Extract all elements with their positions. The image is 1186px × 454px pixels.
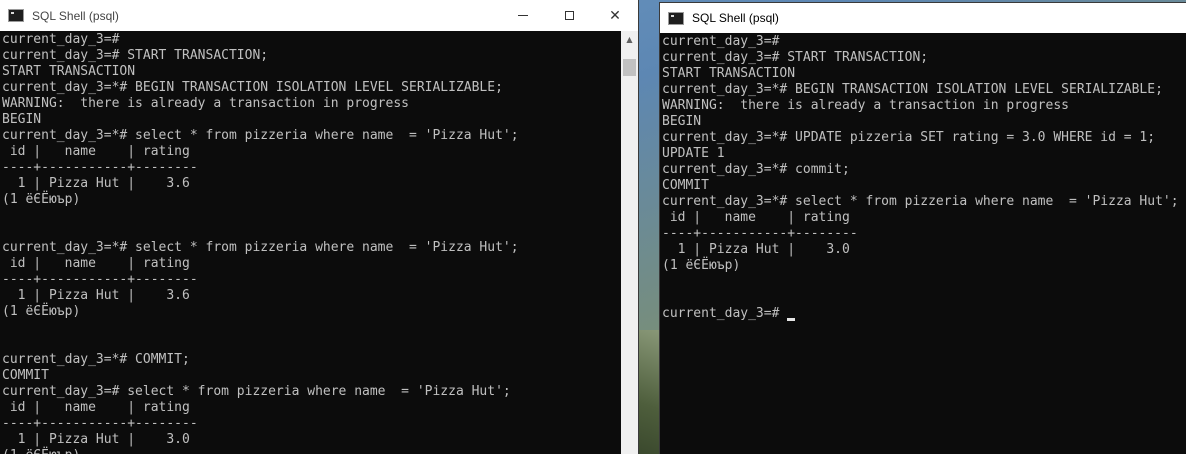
terminal-line: current_day_3=# [662,34,780,49]
terminal-line: current_day_3=# select * from pizzeria w… [2,384,511,399]
terminal-line: COMMIT [2,368,49,383]
close-button[interactable]: ✕ [592,0,638,31]
terminal-line: id | name | rating [662,210,850,225]
close-icon: ✕ [609,7,621,24]
left-psql-window[interactable]: SQL Shell (psql) ✕ current_day_3=# curren… [0,0,638,454]
terminal-line: WARNING: there is already a transaction … [2,96,409,111]
left-window-title: SQL Shell (psql) [32,8,119,23]
terminal-line: ----+-----------+-------- [2,272,198,287]
terminal-line: current_day_3=*# commit; [662,162,850,177]
terminal-line: BEGIN [2,112,42,127]
terminal-line: 1 | Pizza Hut | 3.6 [2,288,190,303]
terminal-line: current_day_3=*# select * from pizzeria … [2,128,519,143]
terminal-line: UPDATE 1 [662,146,725,161]
left-titlebar[interactable]: SQL Shell (psql) ✕ [0,0,638,31]
terminal-line: id | name | rating [2,400,190,415]
terminal-line: current_day_3=# START TRANSACTION; [662,50,929,65]
terminal-line: 1 | Pizza Hut | 3.0 [2,432,190,447]
terminal-line: WARNING: there is already a transaction … [662,98,1069,113]
terminal-line: current_day_3=*# select * from pizzeria … [662,194,1179,209]
maximize-icon [564,11,574,20]
terminal-line: 1 | Pizza Hut | 3.0 [662,242,850,257]
terminal-line: current_day_3=# START TRANSACTION; [2,48,269,63]
terminal-line: id | name | rating [2,144,190,159]
right-window-title: SQL Shell (psql) [692,11,779,25]
terminal-line: (1 ёЄЁюър) [2,448,620,454]
terminal-line: current_day_3=*# select * from pizzeria … [2,240,519,255]
terminal-icon [668,11,684,25]
minimize-button[interactable] [500,0,546,31]
vertical-scrollbar[interactable]: ▲ [621,31,638,454]
terminal-line: current_day_3=# [2,32,120,47]
terminal-line: current_day_3=*# COMMIT; [2,352,190,367]
terminal-line: (1 ёЄЁюър) [2,304,81,319]
minimize-icon [518,15,528,16]
terminal-line: COMMIT [662,178,709,193]
scroll-up-icon[interactable]: ▲ [621,31,638,48]
terminal-line: START TRANSACTION [2,64,136,79]
terminal-line: START TRANSACTION [662,66,796,81]
left-terminal-output[interactable]: current_day_3=# current_day_3=# START TRA… [2,32,620,454]
terminal-line: ----+-----------+-------- [2,416,198,431]
terminal-line: BEGIN [662,114,702,129]
right-psql-window[interactable]: SQL Shell (psql) current_day_3=# current_… [660,3,1186,454]
window-controls: ✕ [500,0,638,31]
right-terminal-output[interactable]: current_day_3=# current_day_3=# START TRA… [662,34,1186,454]
terminal-line: 1 | Pizza Hut | 3.6 [2,176,190,191]
terminal-line: current_day_3=*# BEGIN TRANSACTION ISOLA… [662,82,1163,97]
right-titlebar[interactable]: SQL Shell (psql) [660,3,1186,33]
terminal-icon [8,9,24,22]
terminal-line: ----+-----------+-------- [2,160,198,175]
terminal-line: ----+-----------+-------- [662,226,858,241]
terminal-line: (1 ёЄЁюър) [2,192,81,207]
terminal-line: (1 ёЄЁюър) [662,258,741,273]
scrollbar-thumb[interactable] [623,59,636,76]
maximize-button[interactable] [546,0,592,31]
text-cursor [787,318,796,321]
terminal-line: current_day_3=*# UPDATE pizzeria SET rat… [662,130,1156,145]
terminal-line: current_day_3=# [662,306,1186,322]
terminal-line: id | name | rating [2,256,190,271]
terminal-line: current_day_3=*# BEGIN TRANSACTION ISOLA… [2,80,503,95]
